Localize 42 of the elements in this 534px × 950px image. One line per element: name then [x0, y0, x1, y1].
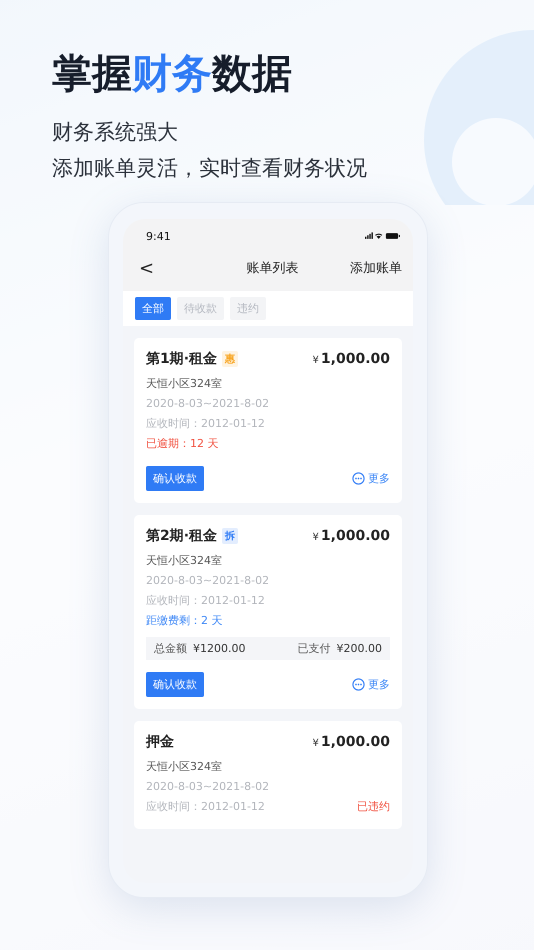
bill-status: 距缴费剩：2 天 — [146, 613, 224, 629]
due-date: 应收时间：2012-01-12 — [146, 416, 266, 432]
due-date: 应收时间：2012-01-12 — [146, 799, 265, 815]
bill-tag: 惠 — [222, 351, 238, 367]
screen-title: 账单列表 — [246, 260, 300, 277]
bill-title: 第1期·租金 — [146, 350, 218, 368]
bill-amount: 1,000.00 — [320, 734, 390, 750]
currency-sign: ¥ — [312, 738, 319, 749]
bill-tag: 拆 — [222, 528, 238, 544]
subtitle: 添加账单灵活，实时查看财务状况 — [52, 155, 368, 182]
bill-status: 已违约 — [357, 799, 390, 815]
bill-status: 已逾期：12 天 — [146, 436, 220, 452]
bill-address: 天恒小区324室 — [146, 759, 223, 775]
currency-sign: ¥ — [312, 532, 319, 543]
bill-title: 第2期·租金 — [146, 527, 218, 545]
summary-label: 已支付 — [298, 641, 330, 656]
due-date: 应收时间：2012-01-12 — [146, 593, 266, 609]
status-time: 9:41 — [146, 230, 171, 242]
bill-period: 2020-8-03~2021-8-02 — [146, 779, 270, 795]
confirm-button[interactable]: 确认收款 — [146, 672, 204, 697]
bill-amount: 1,000.00 — [320, 528, 390, 544]
summary-value: ¥200.00 — [336, 642, 382, 655]
bill-period: 2020-8-03~2021-8-02 — [146, 573, 270, 589]
status-icons — [365, 232, 401, 240]
currency-sign: ¥ — [312, 355, 319, 366]
more-button[interactable]: 更多 — [352, 677, 390, 692]
back-button[interactable]: < — [133, 258, 173, 278]
more-icon — [352, 472, 365, 485]
bill-period: 2020-8-03~2021-8-02 — [146, 396, 270, 412]
bill-amount: 1,000.00 — [320, 351, 390, 367]
summary-value: ¥1200.00 — [193, 642, 246, 655]
headline: 掌握财务数据 — [52, 50, 293, 99]
bill-title: 押金 — [146, 733, 174, 751]
filter-tab[interactable]: 全部 — [135, 297, 171, 320]
subtitle: 财务系统强大 — [52, 119, 179, 146]
confirm-button[interactable]: 确认收款 — [146, 466, 204, 491]
summary-label: 总金额 — [154, 641, 187, 656]
bill-address: 天恒小区324室 — [146, 553, 223, 569]
add-bill-button[interactable]: 添加账单 — [350, 259, 402, 277]
bill-address: 天恒小区324室 — [146, 376, 223, 392]
more-button[interactable]: 更多 — [352, 471, 390, 486]
more-icon — [352, 678, 365, 691]
